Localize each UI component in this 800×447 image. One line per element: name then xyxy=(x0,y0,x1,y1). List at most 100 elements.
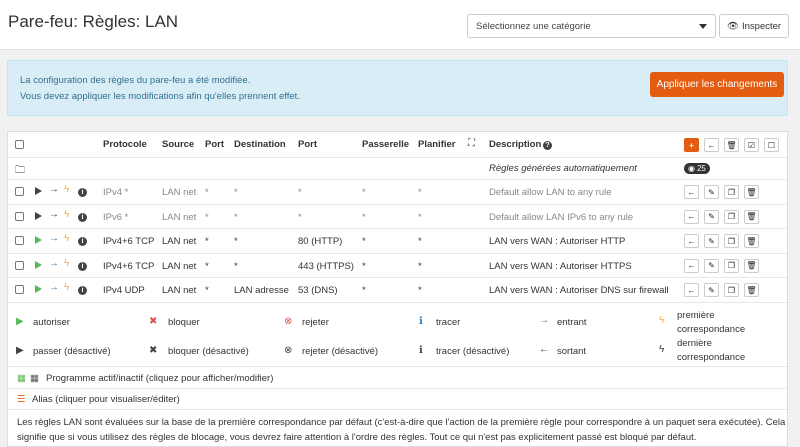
category-select[interactable]: Sélectionnez une catégorie xyxy=(467,14,716,38)
info-icon[interactable]: i xyxy=(78,284,87,295)
col-destination[interactable]: Destination xyxy=(234,139,286,150)
divider xyxy=(8,388,787,389)
delete-rule-button[interactable]: 🗑 xyxy=(744,258,759,273)
inspect-label: Inspecter xyxy=(741,20,782,32)
edit-rule-button[interactable]: ✎ xyxy=(704,283,719,297)
legend-last-match-2: correspondance xyxy=(677,352,746,363)
legend-alias: Alias (cliquer pour visualiser/éditer) xyxy=(32,394,180,405)
rule-description: LAN vers WAN : Autoriser HTTPS xyxy=(489,260,632,272)
alias-list-icon: ☰ xyxy=(17,394,26,405)
copy-rule-button[interactable]: ❐ xyxy=(724,209,739,224)
delete-rule-button[interactable]: 🗑 xyxy=(744,209,759,224)
rule-description: Default allow LAN IPv6 to any rule xyxy=(489,211,634,223)
direction-in-icon: → xyxy=(49,184,59,195)
info-icon[interactable]: i xyxy=(78,235,87,246)
pass-icon: ▶ xyxy=(16,316,24,327)
calendar-active-icon: ▦ xyxy=(17,373,26,384)
page-title: Pare-feu: Règles: LAN xyxy=(8,12,179,31)
edit-rule-button[interactable]: ✎ xyxy=(704,185,719,199)
folder-icon: 🗀 xyxy=(15,165,25,176)
edit-rule-button[interactable]: ✎ xyxy=(704,234,719,248)
copy-rule-button[interactable]: ❐ xyxy=(724,185,739,199)
col-protocol[interactable]: Protocole xyxy=(103,139,147,150)
disable-selected-button[interactable]: ☐ xyxy=(764,138,779,152)
delete-rule-button[interactable]: 🗑 xyxy=(744,283,759,297)
row-checkbox[interactable] xyxy=(15,260,24,270)
info-icon[interactable]: i xyxy=(78,211,87,222)
rule-protocol: IPv6 * xyxy=(103,211,129,223)
direction-in-icon: → xyxy=(49,233,59,244)
col-source[interactable]: Source xyxy=(162,139,194,150)
caret-down-icon xyxy=(699,24,707,29)
rule-port: * xyxy=(205,211,209,223)
block-icon: ✖ xyxy=(149,316,158,327)
pass-icon[interactable] xyxy=(35,236,42,247)
delete-rule-button[interactable]: 🗑 xyxy=(744,185,759,199)
col-description[interactable]: Description xyxy=(489,139,541,150)
edit-rule-button[interactable]: ✎ xyxy=(704,258,719,273)
col-schedule[interactable]: Planifier xyxy=(418,139,456,150)
row-checkbox[interactable] xyxy=(15,187,24,196)
move-rule-button[interactable]: ← xyxy=(684,234,699,248)
table-row[interactable]: → ϟ i IPv4+6 TCP LAN net * * 80 (HTTP) * * LAN ver… xyxy=(8,229,787,254)
move-rule-button[interactable]: ← xyxy=(684,209,699,224)
row-checkbox[interactable] xyxy=(15,236,24,245)
table-row[interactable]: → ϟ i IPv6 * LAN net * * * * * Default allow LAN I… xyxy=(8,205,787,229)
info-icon[interactable]: i xyxy=(78,186,87,197)
table-row[interactable]: → ϟ i IPv4 * LAN net * * * * * Default allow LAN t… xyxy=(8,180,787,205)
table-row[interactable]: → ϟ i IPv4 UDP LAN net * LAN adresse 53 (DNS) * *… xyxy=(8,278,787,303)
legend-block-disabled: bloquer (désactivé) xyxy=(168,346,249,357)
rule-gateway: * xyxy=(362,236,366,247)
rule-protocol: IPv4 * xyxy=(103,187,129,198)
legend-first-match-2: correspondance xyxy=(677,324,746,335)
col-dest-port[interactable]: Port xyxy=(298,139,317,150)
move-rule-button[interactable]: ← xyxy=(684,258,699,273)
copy-rule-button[interactable]: ❐ xyxy=(724,283,739,297)
pass-icon[interactable] xyxy=(35,285,42,296)
pass-disabled-icon[interactable] xyxy=(35,187,42,198)
eye-icon: ◉ xyxy=(688,164,695,173)
pass-icon[interactable] xyxy=(35,260,42,272)
edit-rule-button[interactable]: ✎ xyxy=(704,209,719,224)
rules-panel: Protocole Source Port Destination Port P… xyxy=(7,131,788,447)
legend-log: tracer xyxy=(436,317,461,328)
inspect-button[interactable]: 👁 Inspecter xyxy=(719,14,789,38)
table-row[interactable]: → ϟ i IPv4+6 TCP LAN net * * 443 (HTTPS) * * LAN v… xyxy=(8,254,787,278)
calendar-inactive-icon: ▦ xyxy=(30,373,39,384)
pass-disabled-icon[interactable] xyxy=(35,211,42,223)
rule-description: Default allow LAN to any rule xyxy=(489,187,612,198)
first-match-icon: ϟ xyxy=(659,315,665,326)
rule-gateway: * xyxy=(362,285,366,296)
auto-rules-row[interactable]: 🗀 Règles générées automatiquement ◉ 25 xyxy=(8,158,787,180)
rule-source: LAN net xyxy=(162,260,197,272)
col-port[interactable]: Port xyxy=(205,139,224,150)
log-icon: ℹ xyxy=(419,316,423,327)
rule-port: * xyxy=(205,285,209,296)
first-match-icon: ϟ xyxy=(64,282,70,293)
row-checkbox[interactable] xyxy=(15,285,24,294)
rule-destination: * xyxy=(234,187,238,198)
auto-rules-badge[interactable]: ◉ 25 xyxy=(684,163,710,174)
info-icon[interactable]: i xyxy=(78,260,87,271)
rule-protocol: IPv4+6 TCP xyxy=(103,236,155,247)
move-arrow-button[interactable]: ← xyxy=(704,138,719,152)
copy-rule-button[interactable]: ❐ xyxy=(724,258,739,273)
note-line-2: signifie que si vous utilisez des règles… xyxy=(17,432,697,443)
help-icon[interactable]: ? xyxy=(543,139,552,150)
col-gateway[interactable]: Passerelle xyxy=(362,139,409,150)
delete-rule-button[interactable]: 🗑 xyxy=(744,234,759,248)
apply-changes-button[interactable]: Appliquer les changements xyxy=(650,72,784,97)
pass-disabled-icon: ▶ xyxy=(16,345,24,356)
move-rule-button[interactable]: ← xyxy=(684,185,699,199)
legend-reject-disabled: rejeter (désactivé) xyxy=(302,346,379,357)
row-checkbox[interactable] xyxy=(15,211,24,221)
enable-selected-button[interactable]: ☑ xyxy=(744,138,759,152)
legend-pass-disabled: passer (désactivé) xyxy=(33,346,111,357)
move-rule-button[interactable]: ← xyxy=(684,283,699,297)
rule-gateway: * xyxy=(362,211,366,223)
delete-selected-button[interactable]: 🗑 xyxy=(724,138,739,152)
copy-rule-button[interactable]: ❐ xyxy=(724,234,739,248)
select-all-checkbox[interactable] xyxy=(15,140,24,149)
rule-port: * xyxy=(205,236,209,247)
add-rule-button[interactable]: + xyxy=(684,138,699,152)
